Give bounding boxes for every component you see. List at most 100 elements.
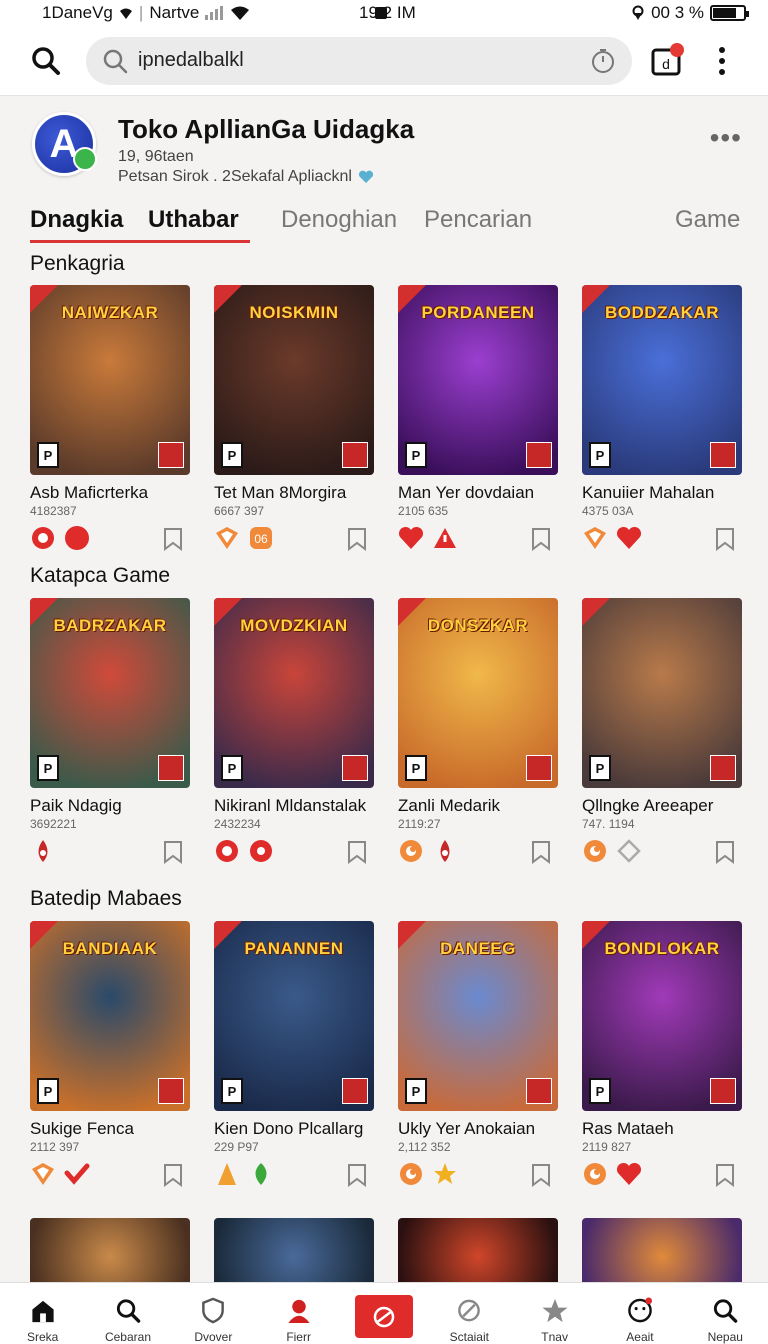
search-input[interactable] bbox=[138, 49, 590, 72]
nav-item[interactable]: Fierr bbox=[256, 1283, 341, 1344]
star-icon[interactable] bbox=[432, 1161, 458, 1187]
game-card[interactable]: P DANEEG Ukly Yer Anokaian 2,112 352 bbox=[398, 921, 558, 1188]
swirl-icon[interactable] bbox=[398, 838, 424, 864]
search-field[interactable] bbox=[86, 36, 632, 85]
more-horizontal-icon[interactable]: ••• bbox=[710, 122, 742, 154]
search-icon bbox=[714, 1299, 738, 1323]
heart-icon[interactable] bbox=[398, 525, 424, 551]
tab-0[interactable]: Dnagkia bbox=[30, 206, 123, 234]
game-name[interactable]: Tet Man 8Morgira bbox=[214, 483, 374, 503]
game-name[interactable]: Sukige Fenca bbox=[30, 1119, 190, 1139]
game-name[interactable]: Kanuiier Mahalan bbox=[582, 483, 742, 503]
game-cover-image[interactable]: P PANANNEN bbox=[214, 921, 374, 1111]
bookmark-icon[interactable] bbox=[712, 839, 738, 865]
nav-item[interactable]: Nepau bbox=[683, 1283, 768, 1344]
tab-4[interactable]: Game bbox=[675, 206, 740, 234]
game-card[interactable]: P BADRZAKAR Paik Ndagig 3692221 bbox=[30, 598, 190, 865]
tab-1[interactable]: Uthabar bbox=[148, 206, 239, 234]
swirl-icon[interactable] bbox=[398, 1161, 424, 1187]
notification-button[interactable]: d bbox=[644, 39, 688, 83]
game-card[interactable]: P BANDIAAK Sukige Fenca 2112 397 bbox=[30, 921, 190, 1188]
game-cover-image[interactable]: P NAIWZKAR bbox=[30, 285, 190, 475]
game-cover-peek[interactable] bbox=[30, 1218, 190, 1282]
bookmark-icon[interactable] bbox=[344, 526, 370, 552]
game-card[interactable]: P PANANNEN Kien Dono Plcallarg 229 P97 bbox=[214, 921, 374, 1188]
nav-item[interactable]: Tnav bbox=[512, 1283, 597, 1344]
nav-center-button[interactable] bbox=[354, 1295, 413, 1338]
shield-icon[interactable] bbox=[582, 525, 608, 551]
warning-icon[interactable] bbox=[432, 525, 458, 551]
bookmark-icon[interactable] bbox=[344, 1162, 370, 1188]
game-cover-peek[interactable] bbox=[582, 1218, 742, 1282]
leaf-icon[interactable] bbox=[248, 1161, 274, 1187]
game-cover-image[interactable]: P NOISKMIN bbox=[214, 285, 374, 475]
tab-2[interactable]: Denoghian bbox=[281, 206, 397, 234]
bookmark-icon[interactable] bbox=[528, 526, 554, 552]
timer-icon[interactable] bbox=[590, 48, 616, 74]
target-icon[interactable] bbox=[214, 838, 240, 864]
cone-icon[interactable] bbox=[214, 1161, 240, 1187]
swirl-icon[interactable] bbox=[582, 838, 608, 864]
game-logo-text: DONSZKAR bbox=[427, 616, 529, 635]
shield-icon[interactable] bbox=[30, 1161, 56, 1187]
game-name[interactable]: Kien Dono Plcallarg bbox=[214, 1119, 374, 1139]
bookmark-icon[interactable] bbox=[712, 526, 738, 552]
nav-item[interactable]: Dvover bbox=[171, 1283, 256, 1344]
bookmark-icon[interactable] bbox=[528, 1162, 554, 1188]
shield-icon[interactable] bbox=[214, 525, 240, 551]
game-cover-image[interactable]: P DANEEG bbox=[398, 921, 558, 1111]
diamond-icon[interactable] bbox=[616, 838, 642, 864]
heart-icon[interactable] bbox=[616, 525, 642, 551]
bookmark-icon[interactable] bbox=[160, 526, 186, 552]
game-card[interactable]: P BODDZAKAR Kanuiier Mahalan 4375 03A bbox=[582, 285, 742, 552]
game-cover-image[interactable]: P BONDLOKAR bbox=[582, 921, 742, 1111]
game-card[interactable]: P Qllngke Areeaper 747. 1194 bbox=[582, 598, 742, 865]
game-card[interactable]: P NOISKMIN Tet Man 8Morgira 6667 397 06 bbox=[214, 285, 374, 552]
game-card[interactable]: P DONSZKAR Zanli Medarik 2119:27 bbox=[398, 598, 558, 865]
gear-icon[interactable] bbox=[248, 838, 274, 864]
nav-item[interactable] bbox=[341, 1283, 426, 1344]
game-card[interactable]: P NAIWZKAR Asb Maficrterka 4182387 bbox=[30, 285, 190, 552]
game-card[interactable]: P PORDANEEN Man Yer dovdaian 2105 635 bbox=[398, 285, 558, 552]
game-name[interactable]: Man Yer dovdaian bbox=[398, 483, 558, 503]
game-card[interactable]: P BONDLOKAR Ras Mataeh 2119 827 bbox=[582, 921, 742, 1188]
game-cover-image[interactable]: P bbox=[582, 598, 742, 788]
game-cover-image[interactable]: P PORDANEEN bbox=[398, 285, 558, 475]
game-name[interactable]: Paik Ndagig bbox=[30, 796, 190, 816]
drop-icon[interactable] bbox=[30, 838, 56, 864]
bookmark-icon[interactable] bbox=[712, 1162, 738, 1188]
bookmark-icon[interactable] bbox=[160, 839, 186, 865]
swirl-icon[interactable] bbox=[582, 1161, 608, 1187]
game-cover-image[interactable]: P MOVDZKIAN bbox=[214, 598, 374, 788]
game-cover-peek[interactable] bbox=[214, 1218, 374, 1282]
overflow-menu-button[interactable] bbox=[700, 39, 744, 83]
tab-3[interactable]: Pencarian bbox=[424, 206, 532, 234]
check-icon[interactable] bbox=[64, 1161, 90, 1187]
bookmark-icon[interactable] bbox=[528, 839, 554, 865]
drop-icon[interactable] bbox=[432, 838, 458, 864]
game-name[interactable]: Asb Maficrterka bbox=[30, 483, 190, 503]
game-cover-image[interactable]: P DONSZKAR bbox=[398, 598, 558, 788]
game-name[interactable]: Ras Mataeh bbox=[582, 1119, 742, 1139]
target-icon[interactable] bbox=[30, 525, 56, 551]
bookmark-icon[interactable] bbox=[344, 839, 370, 865]
circle-icon[interactable] bbox=[64, 525, 90, 551]
bookmark-icon[interactable] bbox=[160, 1162, 186, 1188]
game-name[interactable]: Ukly Yer Anokaian bbox=[398, 1119, 558, 1139]
game-cover-peek[interactable] bbox=[398, 1218, 558, 1282]
game-cover-image[interactable]: P BODDZAKAR bbox=[582, 285, 742, 475]
game-name[interactable]: Nikiranl Mldanstalak bbox=[214, 796, 374, 816]
nav-item[interactable]: Sreka bbox=[0, 1283, 85, 1344]
game-card[interactable]: P MOVDZKIAN Nikiranl Mldanstalak 2432234 bbox=[214, 598, 374, 865]
nav-item[interactable]: Sctaiait bbox=[427, 1283, 512, 1344]
nav-item[interactable]: Cebaran bbox=[85, 1283, 170, 1344]
game-cover-image[interactable]: P BADRZAKAR bbox=[30, 598, 190, 788]
store-avatar[interactable]: A bbox=[32, 112, 97, 176]
game-name[interactable]: Qllngke Areeaper bbox=[582, 796, 742, 816]
badge-icon[interactable]: 06 bbox=[248, 525, 274, 551]
nav-item[interactable]: Aeait bbox=[597, 1283, 682, 1344]
game-name[interactable]: Zanli Medarik bbox=[398, 796, 558, 816]
heart-icon[interactable] bbox=[616, 1161, 642, 1187]
game-cover-image[interactable]: P BANDIAAK bbox=[30, 921, 190, 1111]
search-button[interactable] bbox=[20, 35, 72, 87]
